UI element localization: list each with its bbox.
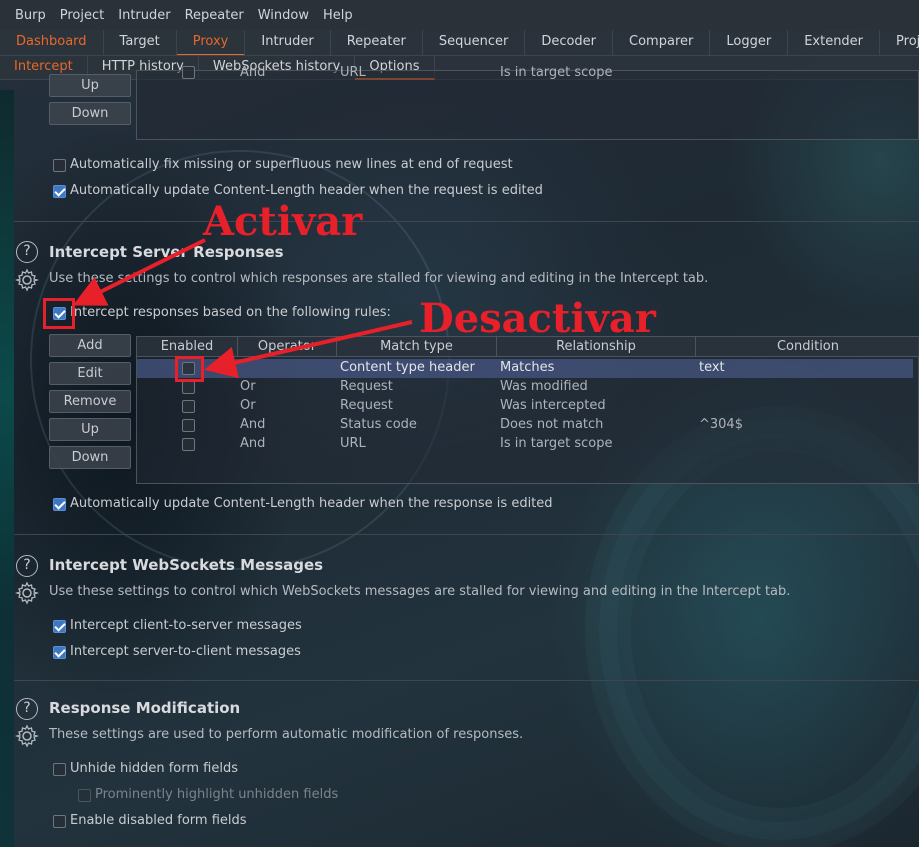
arrow-to-activar — [72, 238, 206, 306]
arrow-to-desactivar — [204, 320, 413, 379]
annotation-arrows — [72, 238, 413, 379]
